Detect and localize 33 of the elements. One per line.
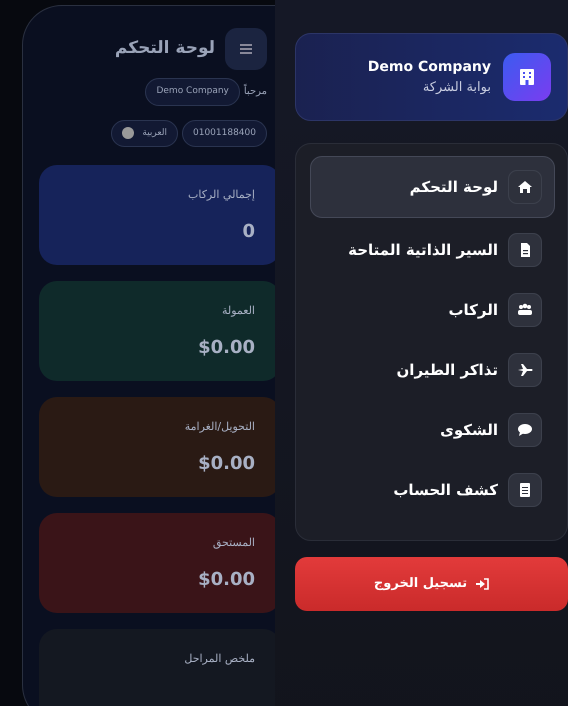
stat-label: إجمالي الركاب <box>188 187 255 203</box>
stat-value: $0.00 <box>198 336 255 360</box>
stat-value: $0.00 <box>198 452 255 476</box>
users-icon <box>508 293 542 327</box>
stat-label: العمولة <box>222 303 255 319</box>
menu-button[interactable] <box>225 28 267 70</box>
stat-value: $0.00 <box>198 568 255 592</box>
nav-item[interactable]: كشف الحساب <box>310 462 555 518</box>
receipt-icon <box>508 473 542 507</box>
company-name: Demo Company <box>368 58 491 77</box>
chat-bubble-icon <box>508 413 542 447</box>
airplane-icon <box>508 353 542 387</box>
phone-badge: 01001188400 <box>182 120 267 147</box>
building-icon <box>503 53 551 101</box>
document-icon <box>508 233 542 267</box>
stat-label: المستحق <box>212 535 255 551</box>
nav-item[interactable]: تذاكر الطيران <box>310 342 555 398</box>
nav-item[interactable]: الشكوى <box>310 402 555 458</box>
stat-label: التحويل/الغرامة <box>184 419 255 435</box>
stat-value: 0 <box>242 220 255 244</box>
page-title: لوحة التحكم <box>114 37 215 60</box>
nav-item[interactable]: السير الذاتية المتاحة <box>310 222 555 278</box>
greeting-text: مرحباً <box>244 84 267 100</box>
nav-item[interactable]: الركاب <box>310 282 555 338</box>
logout-icon <box>475 578 490 590</box>
nav-item[interactable]: لوحة التحكم <box>310 156 555 218</box>
company-badge: Demo Company <box>145 78 240 106</box>
logout-button[interactable]: تسجيل الخروج <box>295 557 568 611</box>
company-subtitle: بوابة الشركة <box>422 78 491 97</box>
language-selector[interactable]: العربية <box>111 120 178 147</box>
menu-icon <box>240 44 252 54</box>
stat-label: ملخص المراحل <box>184 651 255 667</box>
home-icon <box>508 170 542 204</box>
